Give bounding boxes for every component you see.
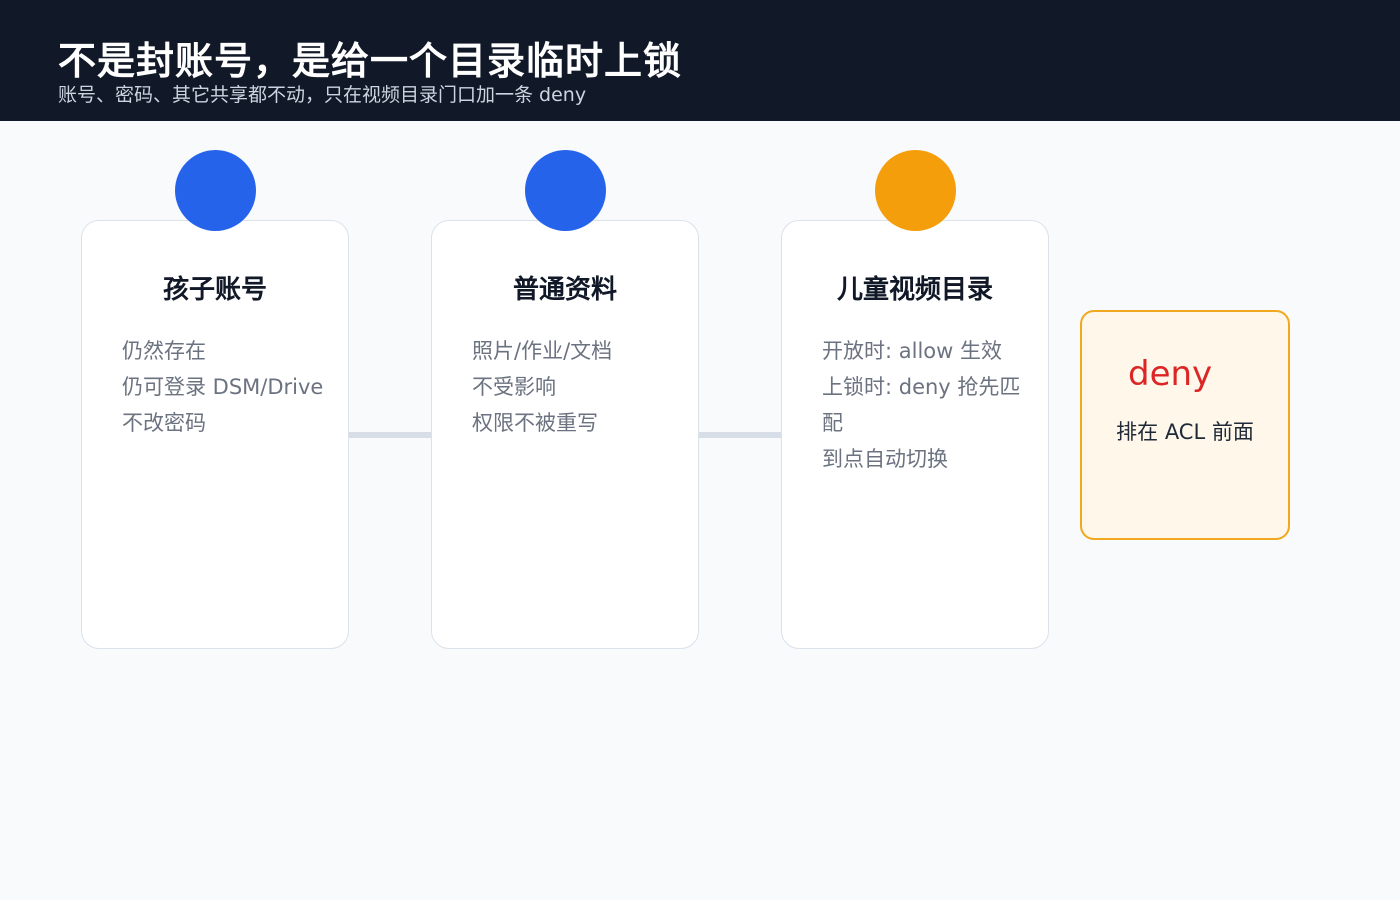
step-circle-orange [875,150,956,231]
card-normal-files: 普通资料 照片/作业/文档 不受影响 权限不被重写 [431,220,699,649]
card-title: 普通资料 [512,275,617,305]
card-kids-video-folder: 儿童视频目录 开放时: allow 生效 上锁时: deny 抢先匹配 到点自动… [781,220,1049,649]
step-circle-blue-1 [175,150,256,231]
card-line: 上锁时: deny 抢先匹配 [822,375,1021,435]
step-circle-blue-2 [525,150,606,231]
card-title: 儿童视频目录 [836,275,993,305]
card-line: 开放时: allow 生效 [822,339,1002,363]
header-bar: 不是封账号，是给一个目录临时上锁 账号、密码、其它共享都不动，只在视频目录门口加… [0,0,1400,121]
card-child-account: 孩子账号 仍然存在 仍可登录 DSM/Drive 不改密码 [81,220,349,649]
connector-2-3 [699,432,781,438]
page-title: 不是封账号，是给一个目录临时上锁 [58,39,683,83]
card-lines: 开放时: allow 生效 上锁时: deny 抢先匹配 到点自动切换 [822,333,1032,477]
deny-note-text: 排在 ACL 前面 [1116,420,1254,444]
card-line: 仍可登录 DSM/Drive [122,375,324,399]
connector-1-2 [349,432,431,438]
card-line: 仍然存在 [122,339,206,363]
deny-note-box: deny 排在 ACL 前面 [1080,310,1290,540]
card-line: 权限不被重写 [472,411,598,435]
card-lines: 照片/作业/文档 不受影响 权限不被重写 [472,333,682,441]
card-line: 不受影响 [472,375,556,399]
deny-label: deny [1128,354,1213,394]
card-title: 孩子账号 [162,275,267,305]
page-subtitle: 账号、密码、其它共享都不动，只在视频目录门口加一条 deny [58,84,587,106]
card-lines: 仍然存在 仍可登录 DSM/Drive 不改密码 [122,333,332,441]
card-line: 不改密码 [122,411,206,435]
card-line: 到点自动切换 [822,447,948,471]
card-line: 照片/作业/文档 [472,339,613,363]
